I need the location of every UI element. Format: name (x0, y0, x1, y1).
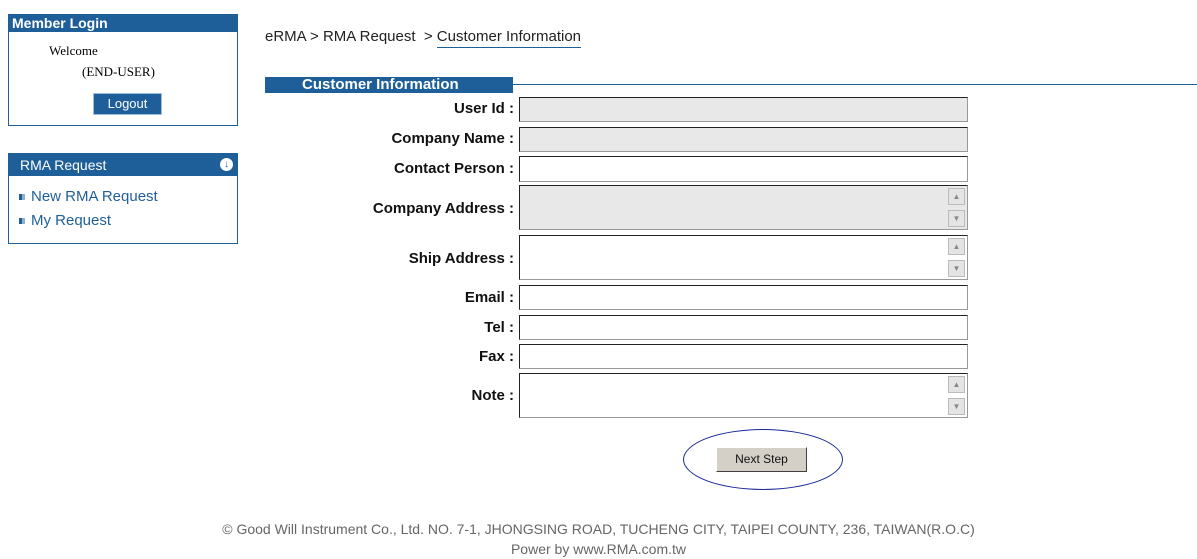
fax-label: Fax : (478, 348, 514, 365)
breadcrumb-separator: > (310, 28, 319, 45)
company-address-field[interactable]: ▲ ▼ (519, 185, 968, 230)
menu-item-my-request[interactable]: My Request (19, 212, 111, 229)
breadcrumb-separator: > (423, 28, 433, 45)
circle-down-arrow-icon[interactable]: ↓ (220, 158, 233, 171)
scroll-down-icon[interactable]: ▼ (948, 210, 965, 227)
scrollbar[interactable]: ▲ ▼ (948, 376, 965, 415)
menu-item-new-rma-request[interactable]: New RMA Request (19, 188, 158, 205)
footer-powered-by: Power by www.RMA.com.tw (510, 541, 687, 557)
member-login-panel: Member Login Welcome (END-USER) Logout (8, 14, 238, 126)
scroll-up-icon[interactable]: ▲ (948, 238, 965, 255)
scrollbar[interactable]: ▲ ▼ (948, 238, 965, 277)
contact-person-label: Contact Person : (393, 160, 514, 177)
tel-label: Tel : (484, 319, 514, 336)
note-label: Note : (471, 387, 515, 404)
company-address-label: Company Address : (372, 200, 514, 217)
company-name-field[interactable] (519, 127, 968, 152)
breadcrumb-customer-information[interactable]: Customer Information (436, 28, 582, 48)
company-name-label: Company Name : (391, 130, 514, 147)
rma-request-header[interactable]: RMA Request ↓ (9, 154, 237, 176)
ship-address-field[interactable]: ▲ ▼ (519, 235, 968, 280)
menu-item-label: New RMA Request (31, 188, 158, 205)
section-title: Customer Information (265, 77, 513, 93)
member-login-title: Member Login (9, 15, 237, 32)
breadcrumb: eRMA > RMA Request > Customer Informatio… (265, 28, 582, 48)
email-label: Email : (464, 289, 514, 306)
contact-person-field[interactable] (519, 156, 968, 182)
user-id-label: User Id : (453, 100, 514, 117)
rma-request-title: RMA Request (20, 157, 107, 173)
tel-field[interactable] (519, 315, 968, 340)
breadcrumb-erma: eRMA (265, 28, 306, 45)
rma-request-panel: RMA Request ↓ New RMA Request My Request (8, 153, 238, 244)
welcome-text: Welcome (49, 43, 98, 58)
footer-copyright: © Good Will Instrument Co., Ltd. NO. 7-1… (222, 521, 975, 537)
menu-item-label: My Request (31, 212, 112, 229)
user-id-field[interactable] (519, 97, 968, 122)
bullet-icon (19, 218, 25, 225)
logout-button[interactable]: Logout (93, 93, 162, 115)
scroll-down-icon[interactable]: ▼ (948, 260, 965, 277)
scroll-up-icon[interactable]: ▲ (948, 188, 965, 205)
breadcrumb-rma-request: RMA Request (322, 28, 416, 45)
next-step-button[interactable]: Next Step (716, 447, 807, 472)
fax-field[interactable] (519, 344, 968, 369)
section-divider (513, 84, 1197, 85)
scroll-down-icon[interactable]: ▼ (948, 398, 965, 415)
user-role-text: (END-USER) (82, 64, 155, 79)
scroll-up-icon[interactable]: ▲ (948, 376, 965, 393)
scrollbar[interactable]: ▲ ▼ (948, 188, 965, 227)
email-field[interactable] (519, 285, 968, 310)
note-field[interactable]: ▲ ▼ (519, 373, 968, 418)
bullet-icon (19, 194, 25, 201)
ship-address-label: Ship Address : (408, 250, 514, 267)
